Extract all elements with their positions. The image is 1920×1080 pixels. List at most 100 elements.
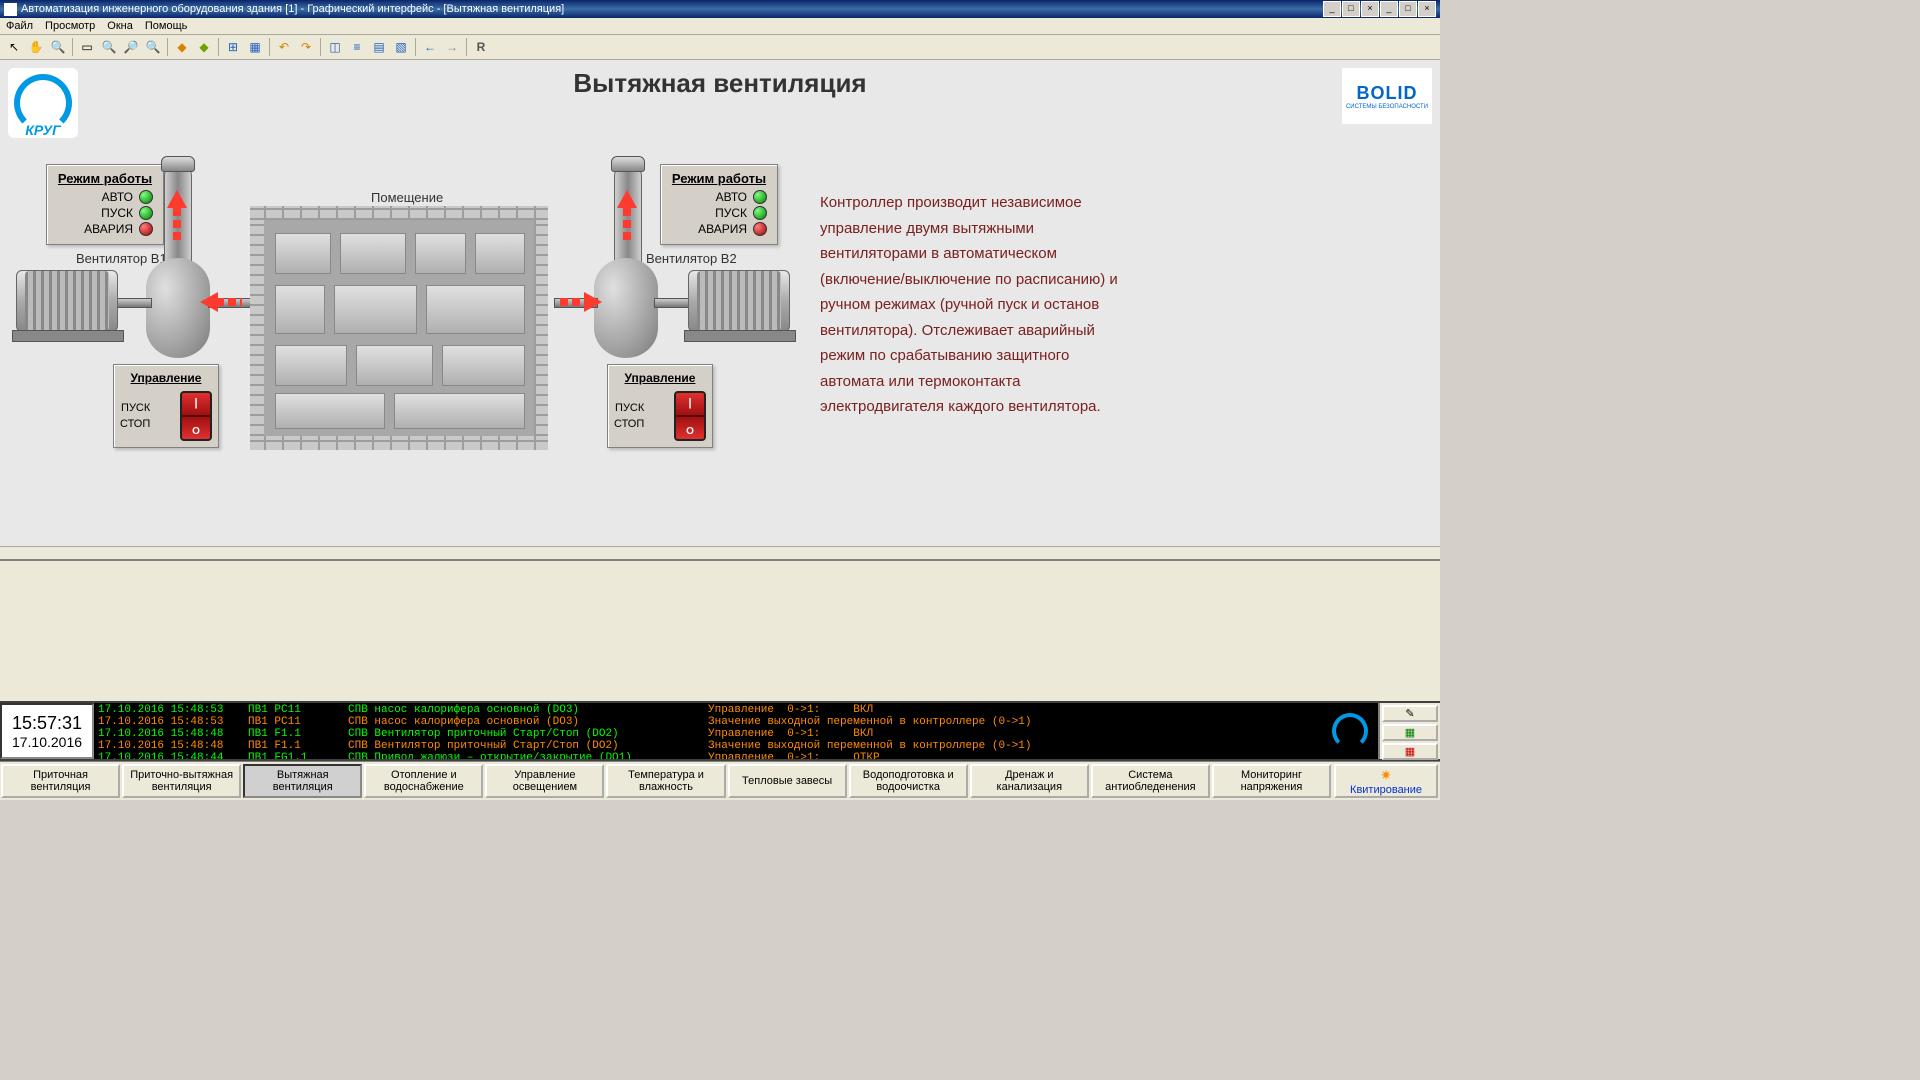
pipe-cap-left (161, 156, 195, 172)
nav-btn-1[interactable]: Приточно-вытяжная вентиляция (122, 764, 241, 798)
statusbar (0, 546, 1440, 559)
rocker-switch-left[interactable] (180, 391, 212, 441)
floor-plan (264, 220, 534, 436)
mode-start-label-r: ПУСК (715, 206, 747, 220)
app-icon (4, 3, 17, 16)
pipe-cap-right (611, 156, 645, 172)
pointer-icon[interactable]: ↖ (4, 37, 24, 57)
snap-icon[interactable]: ⊞ (223, 37, 243, 57)
page-title: Вытяжная вентиляция (0, 68, 1440, 99)
fit-icon[interactable]: ▭ (77, 37, 97, 57)
zoom-icon[interactable]: 🔍 (48, 37, 68, 57)
nav-btn-10[interactable]: Мониторинг напряжения (1212, 764, 1331, 798)
menu-file[interactable]: Файл (6, 20, 33, 32)
nav-btn-7[interactable]: Водоподготовка и водоочистка (849, 764, 968, 798)
ack-button[interactable]: ✷Квитирование (1334, 764, 1438, 798)
redo-icon[interactable]: ↷ (296, 37, 316, 57)
zoom-out-icon[interactable]: 🔎 (121, 37, 141, 57)
mode-start-label: ПУСК (101, 206, 133, 220)
nav-btn-3[interactable]: Отопление и водоснабжение (364, 764, 483, 798)
logo-mini (1322, 703, 1378, 759)
flow-tail-left-h (216, 298, 242, 306)
room-label: Помещение (371, 190, 443, 205)
led-start-right (753, 206, 767, 220)
motor-right (688, 270, 790, 332)
nav-row: Приточная вентиляцияПриточно-вытяжная ве… (0, 761, 1440, 800)
zoom-reset-icon[interactable]: 🔍 (143, 37, 163, 57)
ctrl-header-right: Управление (614, 371, 706, 385)
ctrl-start-label-l: ПУСК (120, 400, 150, 416)
layout-2-icon[interactable]: ≡ (347, 37, 367, 57)
log-area: 15:57:31 17.10.2016 17.10.2016 15:48:53П… (0, 701, 1440, 761)
mode-auto-label: АВТО (102, 190, 133, 204)
nav-btn-5[interactable]: Температура и влажность (606, 764, 725, 798)
mode-alarm-label-r: АВАРИЯ (698, 222, 747, 236)
mode-alarm-label: АВАРИЯ (84, 222, 133, 236)
r-button[interactable]: R (471, 37, 491, 57)
clock-date: 17.10.2016 (12, 734, 82, 750)
tool-a-icon[interactable]: ◆ (172, 37, 192, 57)
log-row[interactable]: 17.10.2016 15:48:48ПВ1 F1.1СПВ Вентилято… (98, 740, 1318, 752)
inner-maximize-button[interactable]: □ (1399, 1, 1417, 17)
room-frame (250, 206, 548, 450)
description-text: Контроллер производит независимое управл… (820, 190, 1120, 420)
minimize-button[interactable]: _ (1323, 1, 1341, 17)
back-icon[interactable]: ← (420, 37, 440, 57)
inner-minimize-button[interactable]: _ (1380, 1, 1398, 17)
zoom-in-icon[interactable]: 🔍 (99, 37, 119, 57)
titlebar: Автоматизация инженерного оборудования з… (0, 0, 1440, 18)
event-log[interactable]: 17.10.2016 15:48:53ПВ1 PC11СПВ насос кал… (94, 703, 1322, 759)
fan-housing-right (594, 258, 658, 358)
hand-icon[interactable]: ✋ (26, 37, 46, 57)
layout-3-icon[interactable]: ▤ (369, 37, 389, 57)
fan-label-left: Вентилятор В1 (76, 251, 167, 266)
nav-btn-2[interactable]: Вытяжная вентиляция (243, 764, 362, 798)
log-row[interactable]: 17.10.2016 15:48:53ПВ1 PC11СПВ насос кал… (98, 704, 1318, 716)
nav-btn-4[interactable]: Управление освещением (485, 764, 604, 798)
side-btn-2[interactable]: ▦ (1382, 724, 1438, 741)
nav-btn-8[interactable]: Дренаж и канализация (970, 764, 1089, 798)
mode-header-r: Режим работы (671, 171, 767, 186)
flow-tail-left-up (173, 206, 181, 240)
led-auto-left (139, 190, 153, 204)
log-row[interactable]: 17.10.2016 15:48:53ПВ1 PC11СПВ насос кал… (98, 716, 1318, 728)
menu-window[interactable]: Окна (107, 20, 133, 32)
fan-label-right: Вентилятор В2 (646, 251, 737, 266)
led-auto-right (753, 190, 767, 204)
mode-header: Режим работы (57, 171, 153, 186)
side-buttons: ✎ ▦ ▦ (1378, 703, 1440, 759)
tool-b-icon[interactable]: ◆ (194, 37, 214, 57)
forward-icon[interactable]: → (442, 37, 462, 57)
log-row[interactable]: 17.10.2016 15:48:44ПВ1 FG1.1СПВ Привод ж… (98, 752, 1318, 759)
nav-btn-0[interactable]: Приточная вентиляция (1, 764, 120, 798)
undo-icon[interactable]: ↶ (274, 37, 294, 57)
flow-arrow-left-h (200, 292, 218, 312)
flow-arrow-right-up (617, 190, 637, 208)
rocker-switch-right[interactable] (674, 391, 706, 441)
menu-view[interactable]: Просмотр (45, 20, 95, 32)
nav-btn-6[interactable]: Тепловые завесы (728, 764, 847, 798)
ctrl-stop-label-r: СТОП (614, 416, 644, 432)
flow-tail-right-h (560, 298, 586, 306)
grid-icon[interactable]: ▦ (245, 37, 265, 57)
inner-close-button[interactable]: × (1418, 1, 1436, 17)
side-btn-3[interactable]: ▦ (1382, 743, 1438, 760)
log-row[interactable]: 17.10.2016 15:48:48ПВ1 F1.1СПВ Вентилято… (98, 728, 1318, 740)
mimic-canvas: КРУГ BOLID СИСТЕМЫ БЕЗОПАСНОСТИ Вытяжная… (0, 60, 1440, 546)
menu-help[interactable]: Помощь (145, 20, 188, 32)
clock-time: 15:57:31 (12, 713, 82, 734)
side-btn-1[interactable]: ✎ (1382, 705, 1438, 722)
mode-panel-left: Режим работы АВТО ПУСК АВАРИЯ (46, 164, 164, 245)
ctrl-start-label-r: ПУСК (614, 400, 644, 416)
mode-panel-right: Режим работы АВТО ПУСК АВАРИЯ (660, 164, 778, 245)
led-start-left (139, 206, 153, 220)
toolbar: ↖ ✋ 🔍 ▭ 🔍 🔎 🔍 ◆ ◆ ⊞ ▦ ↶ ↷ ◫ ≡ ▤ ▧ ← → R (0, 35, 1440, 60)
close-button[interactable]: × (1361, 1, 1379, 17)
layout-4-icon[interactable]: ▧ (391, 37, 411, 57)
layout-1-icon[interactable]: ◫ (325, 37, 345, 57)
maximize-button[interactable]: □ (1342, 1, 1360, 17)
window-title: Автоматизация инженерного оборудования з… (21, 3, 1323, 15)
nav-btn-9[interactable]: Система антиобледенения (1091, 764, 1210, 798)
ctrl-stop-label-l: СТОП (120, 416, 150, 432)
flow-tail-right-up (623, 206, 631, 240)
